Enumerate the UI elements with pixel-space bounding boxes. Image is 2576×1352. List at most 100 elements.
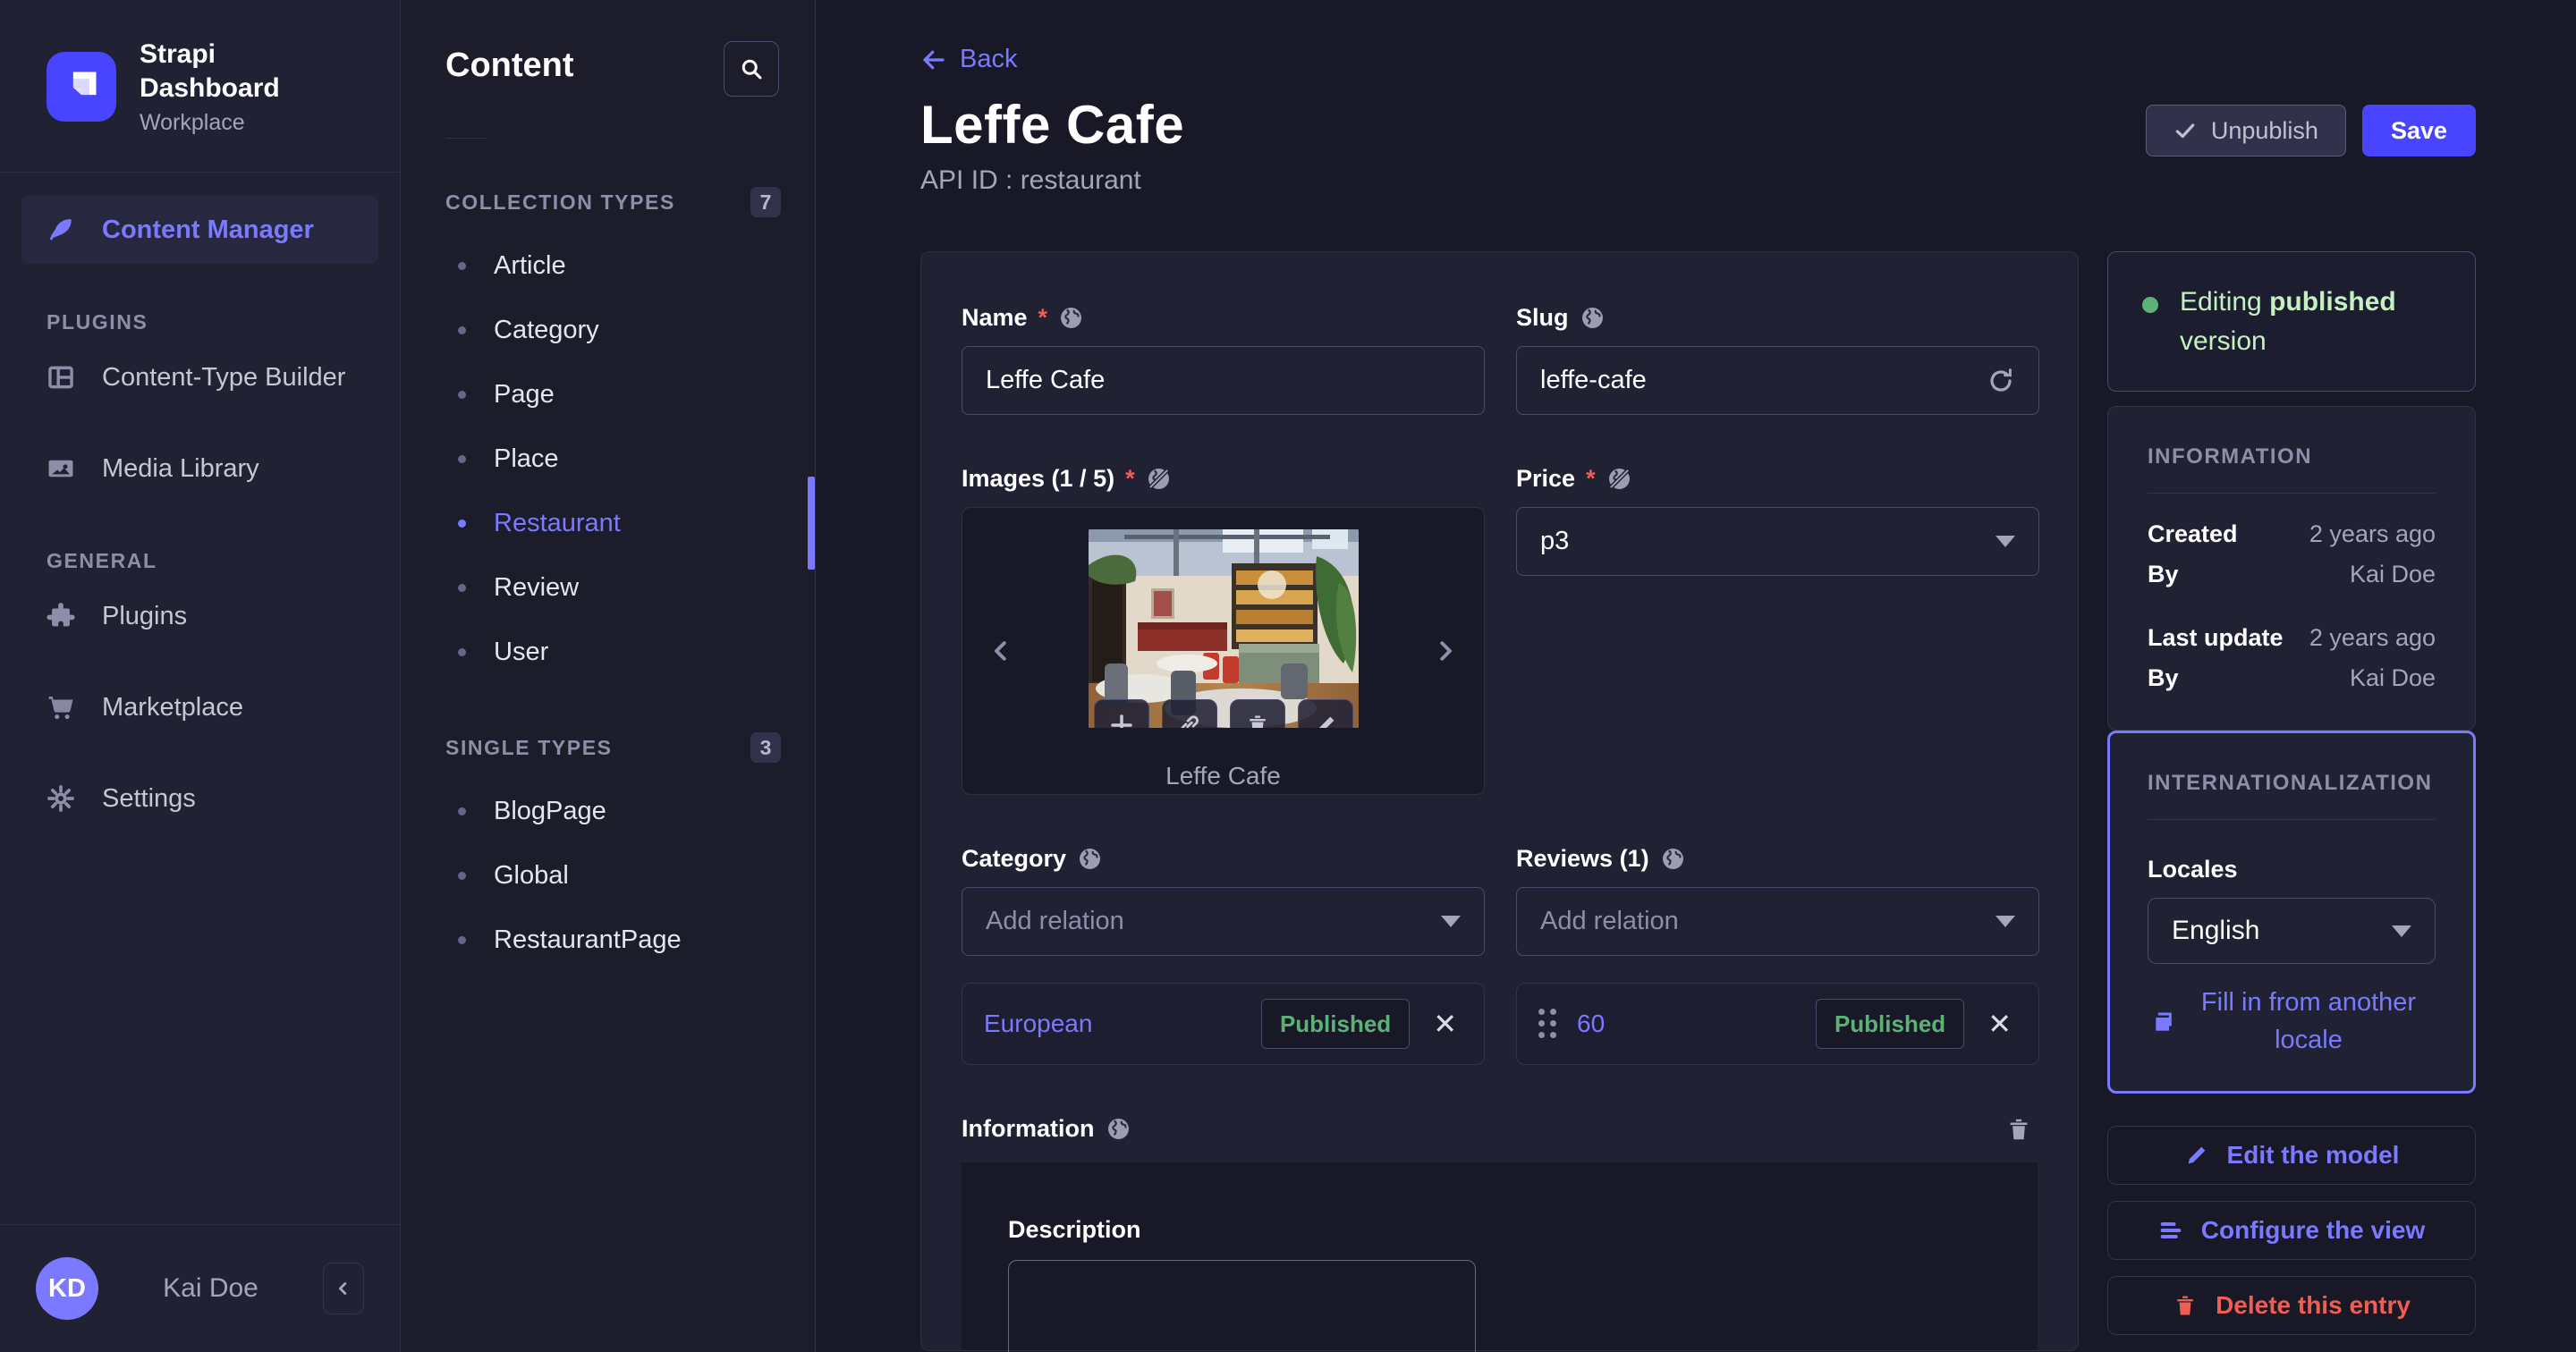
subnav-item-page[interactable]: Page: [401, 362, 815, 427]
carousel-previous-icon[interactable]: [987, 638, 1014, 664]
category-add-relation-select[interactable]: Add relation: [962, 887, 1485, 956]
internationalization-box: INTERNATIONALIZATION Locales English Fil…: [2107, 731, 2476, 1094]
sidebar-item-marketplace[interactable]: Marketplace: [21, 673, 378, 741]
single-types-count-badge: 3: [750, 732, 781, 763]
divider: [2148, 819, 2436, 820]
gear-icon: [45, 783, 77, 814]
subnav-item-review[interactable]: Review: [401, 555, 815, 620]
back-link[interactable]: Back: [920, 45, 1017, 74]
section-label-general: GENERAL: [47, 549, 157, 572]
images-field: Images (1 / 5) * Leffe Cafe: [962, 465, 1485, 795]
price-select[interactable]: p3: [1516, 507, 2039, 576]
subnav-item-restaurantpage[interactable]: RestaurantPage: [401, 908, 815, 972]
globe-icon: [1077, 846, 1103, 872]
globe-strikethrough-icon: [1606, 466, 1632, 492]
category-relation-item[interactable]: European Published ✕: [962, 983, 1485, 1065]
pencil-icon: [2184, 1143, 2209, 1168]
puzzle-icon: [45, 601, 77, 631]
sidebar-item-media-library[interactable]: Media Library: [21, 435, 378, 503]
cart-icon: [45, 692, 77, 722]
chevron-down-icon: [2392, 925, 2411, 937]
feather-pen-icon: [45, 215, 77, 245]
main-content: Back Leffe Cafe Unpublish Save API ID : …: [816, 0, 2576, 1352]
divider: [0, 172, 400, 173]
price-field: Price * p3: [1516, 465, 2039, 795]
app-title: Strapi Dashboard: [140, 39, 280, 103]
edit-model-button[interactable]: Edit the model: [2107, 1126, 2476, 1186]
single-types-label: SINGLE TYPES: [445, 735, 613, 759]
layout-icon: [45, 362, 77, 393]
information-component-body: Description: [962, 1162, 2038, 1352]
avatar: KD: [36, 1257, 98, 1320]
subnav-item-user[interactable]: User: [401, 620, 815, 684]
subnav-item-blogpage[interactable]: BlogPage: [401, 779, 815, 843]
unpublish-button[interactable]: Unpublish: [2145, 105, 2346, 156]
reviews-relation-item[interactable]: 60 Published ✕: [1516, 983, 2039, 1065]
subnav-item-article[interactable]: Article: [401, 233, 815, 298]
remove-relation-icon[interactable]: ✕: [1428, 1010, 1462, 1038]
user-name: Kai Doe: [163, 1273, 258, 1303]
globe-icon: [1106, 1116, 1131, 1142]
subnav-item-place[interactable]: Place: [401, 427, 815, 491]
sidebar-item-label: Settings: [102, 783, 196, 813]
slug-input[interactable]: leffe-cafe: [1516, 346, 2039, 415]
remove-relation-icon[interactable]: ✕: [1982, 1010, 2017, 1038]
locale-select[interactable]: English: [2148, 898, 2436, 964]
entry-actions: Edit the model Configure the view Delete…: [2107, 1126, 2476, 1336]
drag-handle-icon[interactable]: [1538, 1009, 1557, 1039]
fill-from-locale-link[interactable]: Fill in from another locale: [2182, 984, 2436, 1059]
media-image-icon: [45, 453, 77, 484]
copy-link-button[interactable]: [1161, 699, 1217, 728]
subnav-item-global[interactable]: Global: [401, 843, 815, 908]
sidebar-item-label: Plugins: [102, 601, 188, 630]
carousel-next-icon[interactable]: [1432, 638, 1459, 664]
list-lines-icon: [2158, 1218, 2183, 1243]
delete-entry-button[interactable]: Delete this entry: [2107, 1276, 2476, 1336]
chevron-down-icon: [1996, 916, 2015, 927]
delete-component-icon[interactable]: [2000, 1116, 2038, 1143]
delete-asset-button[interactable]: [1229, 699, 1285, 728]
sidebar-item-plugins[interactable]: Plugins: [21, 582, 378, 650]
search-icon: [739, 56, 764, 81]
name-input[interactable]: Leffe Cafe: [962, 346, 1485, 415]
strapi-logo-icon: [47, 52, 116, 122]
sidebar-item-label: Marketplace: [102, 692, 243, 722]
subnav-item-restaurant[interactable]: Restaurant: [401, 477, 815, 570]
workspace-name: Workplace: [140, 110, 245, 135]
check-icon: [2174, 119, 2197, 142]
reviews-add-relation-select[interactable]: Add relation: [1516, 887, 2039, 956]
collection-types-count-badge: 7: [750, 187, 781, 217]
sidebar-item-content-manager[interactable]: Content Manager: [21, 196, 378, 264]
name-field: Name * Leffe Cafe: [962, 304, 1485, 415]
link-icon: [1177, 713, 1202, 728]
published-dot-icon: [2142, 297, 2158, 313]
restaurant-photo: [1088, 529, 1359, 728]
sidebar-item-settings[interactable]: Settings: [21, 765, 378, 832]
globe-strikethrough-icon: [1146, 466, 1172, 492]
edit-asset-button[interactable]: [1297, 699, 1353, 728]
status-badge: Published: [1260, 999, 1411, 1049]
configure-view-button[interactable]: Configure the view: [2107, 1201, 2476, 1261]
add-asset-button[interactable]: [1093, 699, 1149, 728]
main-navigation: Strapi Dashboard Workplace Content Manag…: [0, 0, 401, 1352]
pencil-icon: [1313, 713, 1338, 728]
locales-label: Locales: [2148, 856, 2238, 883]
relation-link[interactable]: European: [984, 1010, 1243, 1038]
divider: [445, 138, 487, 139]
save-button[interactable]: Save: [2361, 105, 2476, 156]
brand: Strapi Dashboard Workplace: [0, 0, 400, 172]
chevron-down-icon: [1441, 916, 1461, 927]
sidebar-item-content-type-builder[interactable]: Content-Type Builder: [21, 343, 378, 411]
relation-link[interactable]: 60: [1577, 1010, 1798, 1038]
collapse-sidebar-button[interactable]: [323, 1263, 364, 1314]
regenerate-slug-icon[interactable]: [1987, 367, 2015, 395]
edit-form-panel: Name * Leffe Cafe Slug leffe-cafe Images…: [920, 251, 2079, 1352]
subnav-title: Content: [445, 46, 574, 84]
photo-caption: Leffe Cafe: [1165, 762, 1281, 790]
user-footer: KD Kai Doe: [0, 1224, 400, 1352]
search-button[interactable]: [724, 41, 779, 97]
subnav-item-category[interactable]: Category: [401, 298, 815, 362]
slug-field: Slug leffe-cafe: [1516, 304, 2039, 415]
description-textarea[interactable]: [1008, 1260, 1476, 1352]
arrow-left-icon: [920, 46, 947, 73]
